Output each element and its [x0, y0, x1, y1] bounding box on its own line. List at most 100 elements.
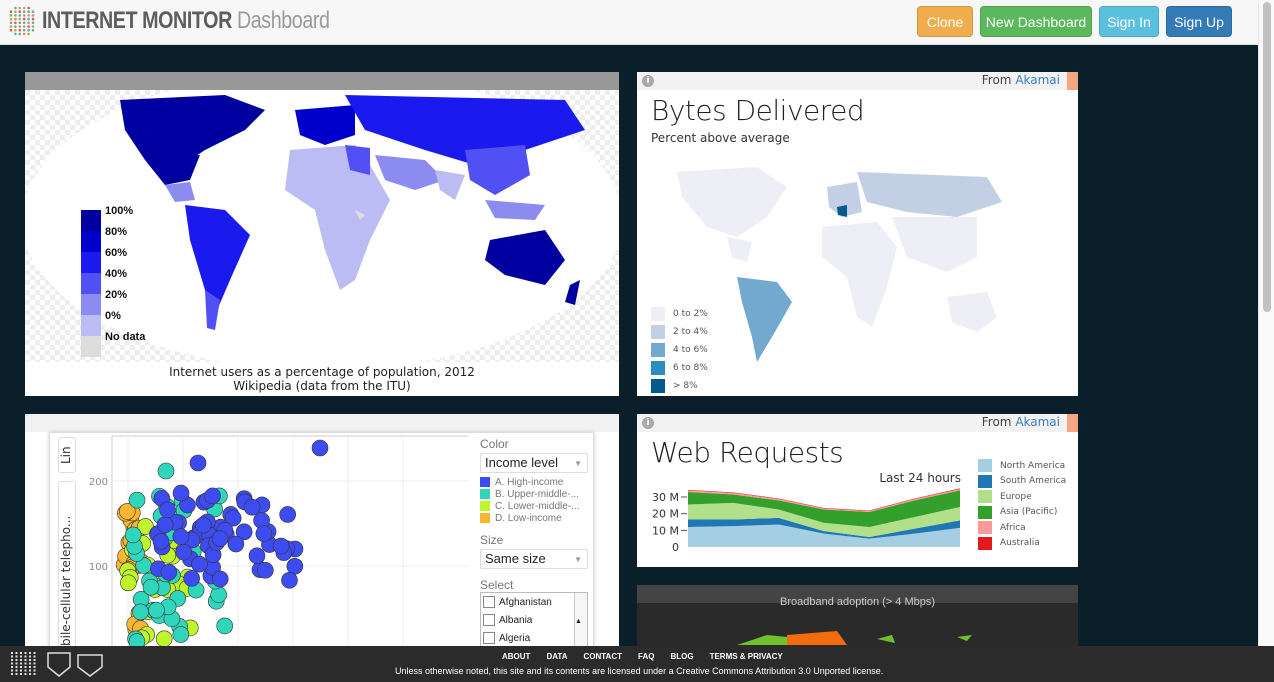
- chart-period: Last 24 hours: [879, 471, 961, 485]
- size-select[interactable]: Same size: [480, 549, 588, 569]
- checkbox[interactable]: [483, 632, 495, 644]
- akamai-link[interactable]: Akamai: [1015, 415, 1060, 429]
- data-point[interactable]: [124, 526, 142, 544]
- data-point[interactable]: [172, 626, 190, 643]
- data-point[interactable]: [311, 439, 329, 457]
- widget-drag-bar[interactable]: [25, 414, 619, 432]
- legend-swatch: [480, 501, 490, 511]
- legend-item: 2 to 4%: [651, 323, 708, 341]
- data-point[interactable]: [211, 530, 229, 547]
- line-chart-toggle[interactable]: Lin: [58, 437, 76, 473]
- data-point[interactable]: [132, 603, 149, 621]
- data-point[interactable]: [120, 574, 137, 592]
- data-point[interactable]: [257, 561, 274, 579]
- legend-swatch: [81, 315, 101, 336]
- legend-label: A. High-income: [495, 476, 564, 488]
- legend-swatch: [651, 343, 665, 357]
- legend-item[interactable]: A. High-income: [480, 476, 588, 488]
- widget-header[interactable]: i From Akamai: [637, 414, 1078, 432]
- footer-link-contact[interactable]: CONTACT: [583, 652, 622, 661]
- legend-item[interactable]: D. Low-income: [480, 512, 588, 524]
- scatter-plot: 200 100: [89, 435, 468, 646]
- footer-link-about[interactable]: ABOUT: [502, 652, 530, 661]
- data-point[interactable]: [183, 570, 200, 587]
- data-point[interactable]: [279, 506, 296, 523]
- data-point[interactable]: [211, 570, 229, 588]
- sign-in-button[interactable]: Sign In: [1099, 6, 1159, 37]
- new-dashboard-button[interactable]: New Dashboard: [980, 6, 1092, 37]
- data-point[interactable]: [159, 501, 176, 519]
- country-option[interactable]: Albania: [481, 611, 587, 629]
- footer-link-data[interactable]: DATA: [546, 652, 567, 661]
- data-point[interactable]: [248, 547, 266, 565]
- source-prefix: From: [981, 415, 1012, 429]
- legend-item[interactable]: North America: [978, 458, 1066, 474]
- sign-up-button[interactable]: Sign Up: [1166, 6, 1232, 37]
- data-point[interactable]: [227, 535, 245, 553]
- broadband-map: [737, 631, 972, 645]
- footer-logos-icon[interactable]: [10, 651, 106, 677]
- country-option[interactable]: Afghanistan: [481, 593, 587, 611]
- data-point[interactable]: [128, 491, 146, 509]
- list-scrollbar[interactable]: ▲: [574, 593, 587, 646]
- data-point[interactable]: [172, 528, 190, 545]
- data-point[interactable]: [152, 533, 170, 550]
- size-label: Size: [480, 533, 504, 547]
- country-select-list[interactable]: Afghanistan Albania Algeria ▲: [480, 592, 588, 646]
- brand-title[interactable]: INTERNET MONITOR Dashboard: [42, 7, 330, 35]
- data-point[interactable]: [160, 563, 178, 581]
- y-tick-label: 200: [89, 477, 108, 488]
- color-select[interactable]: Income level: [480, 453, 588, 473]
- footer-link-terms-privacy[interactable]: TERMS & PRIVACY: [710, 652, 783, 661]
- legend-item[interactable]: Australia: [978, 536, 1066, 552]
- footer-link-blog[interactable]: BLOG: [670, 652, 693, 661]
- akamai-link[interactable]: Akamai: [1015, 73, 1060, 87]
- data-point[interactable]: [155, 630, 173, 646]
- internet-monitor-logo-icon[interactable]: [8, 6, 36, 36]
- footer-link-faq[interactable]: FAQ: [638, 652, 654, 661]
- legend-item[interactable]: South America: [978, 474, 1066, 490]
- info-icon[interactable]: i: [642, 75, 654, 87]
- legend-item[interactable]: B. Upper-middle-...: [480, 488, 588, 500]
- legend-item[interactable]: Africa: [978, 520, 1066, 536]
- widget-header[interactable]: i From Akamai: [637, 72, 1078, 90]
- data-point[interactable]: [255, 525, 273, 542]
- data-point[interactable]: [157, 462, 175, 480]
- data-point[interactable]: [195, 516, 212, 534]
- data-point[interactable]: [286, 558, 304, 575]
- checkbox[interactable]: [483, 614, 495, 626]
- y-tick-label: 10 M: [652, 524, 679, 537]
- clone-button[interactable]: Clone: [917, 6, 973, 37]
- legend-label: B. Upper-middle-...: [495, 488, 579, 500]
- y-axis-selector[interactable]: bile-cellular telepho...: [58, 481, 76, 646]
- widget-subtitle: Percent above average: [651, 131, 790, 145]
- info-icon[interactable]: i: [642, 417, 654, 429]
- country-option[interactable]: Algeria: [481, 629, 587, 646]
- legend-swatch: [81, 336, 101, 357]
- data-point[interactable]: [189, 454, 207, 472]
- legend-label: 0 to 2%: [673, 309, 708, 319]
- legend-label: 2 to 4%: [673, 327, 708, 337]
- checkbox[interactable]: [483, 596, 495, 608]
- data-point[interactable]: [243, 498, 261, 516]
- data-point[interactable]: [204, 487, 221, 505]
- chart-controls: Color Income level A. High-incomeB. Uppe…: [480, 437, 588, 646]
- legend-item: > 8%: [651, 377, 708, 395]
- data-point[interactable]: [272, 537, 290, 555]
- legend-swatch: [978, 474, 992, 488]
- data-point[interactable]: [216, 617, 234, 635]
- legend-item[interactable]: Europe: [978, 489, 1066, 505]
- page-scrollbar[interactable]: [1258, 0, 1274, 646]
- footer: ABOUT DATA CONTACT FAQ BLOG TERMS & PRIVACY U…: [0, 646, 1274, 682]
- data-point[interactable]: [191, 555, 208, 573]
- data-point[interactable]: [156, 516, 174, 533]
- data-point[interactable]: [142, 578, 160, 596]
- data-point[interactable]: [148, 601, 165, 619]
- legend-item[interactable]: C. Lower-middle-...: [480, 500, 588, 512]
- data-point[interactable]: [172, 484, 190, 502]
- widget-drag-bar[interactable]: [25, 72, 619, 90]
- data-point[interactable]: [281, 571, 298, 589]
- scrollbar-thumb[interactable]: [1263, 2, 1271, 312]
- data-point[interactable]: [175, 543, 193, 561]
- legend-item[interactable]: Asia (Pacific): [978, 505, 1066, 521]
